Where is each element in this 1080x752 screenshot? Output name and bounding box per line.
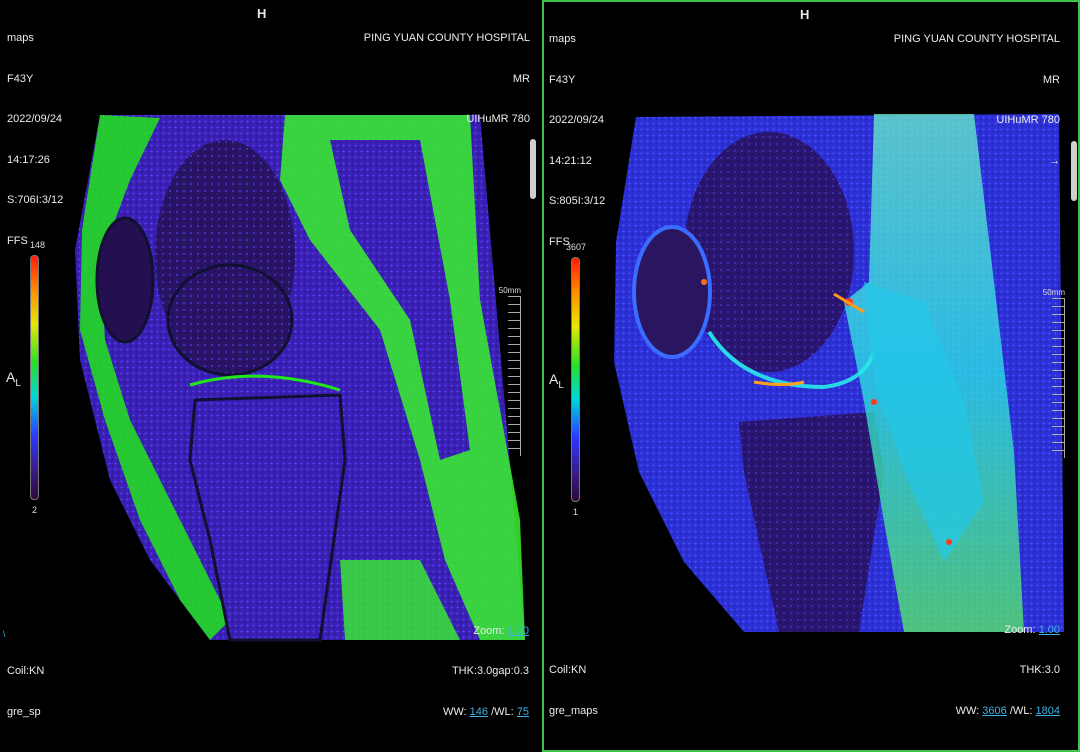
ruler-line [520,296,521,456]
orientation-letter: A [6,369,16,385]
modality: MR [512,72,530,85]
scanner-model: UIHuMR 780 [996,114,1060,126]
colorbar [571,257,580,502]
patient-sex-age: F43Y [549,73,576,86]
zoom-label: Zoom: [1004,623,1039,636]
zoom-label: Zoom: [473,624,508,637]
patient-info: maps F43Y 2022/09/24 14:21:12 S:805I:3/1… [549,6,605,276]
ruler-label: 50mm [498,286,521,295]
wl-label: /WL: [488,705,517,718]
arrow-icon: → [1049,154,1060,167]
colorbar-min: 2 [32,505,38,515]
sequence-name: gre_maps [549,704,598,717]
window-level-value[interactable]: 75 [517,706,529,718]
ruler-ticks [1052,298,1064,458]
study-time: 14:17:26 [7,153,50,166]
series-type: maps [549,33,576,45]
wl-label: /WL: [1006,704,1036,717]
orientation-top: H [800,7,810,22]
orientation-top: H [257,6,267,21]
orientation-left: AL [549,371,564,391]
viewer-right[interactable]: maps F43Y 2022/09/24 14:21:12 S:805I:3/1… [542,0,1080,752]
ww-label: WW: [955,704,983,717]
thickness: THK:3.0 [1019,664,1060,676]
scale-ruler: 50mm [495,286,521,456]
colorbar-max: 148 [30,240,46,250]
colorbar [30,255,39,500]
window-row: WW: 3606 /WL: 1804 [956,705,1060,719]
study-date: 2022/09/24 [7,113,63,125]
patient-info: maps F43Y 2022/09/24 14:17:26 S:706I:3/1… [7,5,63,275]
patient-sex-age: F43Y [7,72,34,85]
window-level-value[interactable]: 1804 [1036,705,1060,717]
institution-info: PING YUAN COUNTY HOSPITAL MR UIHuMR 780 [364,5,530,154]
series-image-index: S:805I:3/12 [549,195,606,207]
corner-mark: \ [3,629,6,639]
ruler-ticks [508,296,520,456]
sequence-name: gre_sp [7,705,41,718]
viewer-left[interactable]: maps F43Y 2022/09/24 14:17:26 S:706I:3/1… [0,0,540,752]
window-row: WW: 146 /WL: 75 [443,706,529,720]
acquisition-info: Coil:KN gre_sp [7,638,44,746]
ruler-line [1064,298,1065,458]
thickness: THK:3.0gap:0.3 [451,665,529,677]
display-params: Zoom: 1.00 THK:3.0 WW: 3606 /WL: 1804 [956,597,1060,746]
colorbar-min: 1 [573,507,579,517]
zoom-row: Zoom: 1.00 [956,624,1060,638]
series-image-index: S:706I:3/12 [7,194,64,206]
zoom-value[interactable]: 1.00 [1039,624,1060,636]
zoom-row: Zoom: 1.00 [443,625,529,639]
orientation-left: AL [6,369,21,389]
institution-info: PING YUAN COUNTY HOSPITAL MR UIHuMR 780 … [894,6,1060,195]
acquisition-info: Coil:KN gre_maps [549,637,598,745]
zoom-value[interactable]: 1.00 [508,625,529,637]
hospital-name: PING YUAN COUNTY HOSPITAL [363,32,530,44]
colorbar-max: 3607 [566,242,587,252]
scrollbar-thumb[interactable] [530,139,536,199]
window-width-value[interactable]: 146 [470,706,488,718]
orientation-sub: L [15,377,21,389]
orientation-sub: L [558,379,564,391]
ww-label: WW: [442,705,470,718]
modality: MR [1042,73,1060,86]
window-width-value[interactable]: 3606 [982,705,1006,717]
scrollbar-thumb[interactable] [1071,141,1077,201]
coil-label: Coil:KN [549,664,587,676]
series-type: maps [7,32,34,44]
coil-label: Coil:KN [7,665,45,677]
study-date: 2022/09/24 [549,114,605,126]
scanner-model: UIHuMR 780 [466,113,530,125]
hospital-name: PING YUAN COUNTY HOSPITAL [893,33,1060,45]
orientation-letter: A [549,371,559,387]
scale-ruler: 50mm [1039,288,1065,458]
display-params: Zoom: 1.00 THK:3.0gap:0.3 WW: 146 /WL: 7… [443,598,529,747]
ruler-label: 50mm [1042,288,1065,297]
study-time: 14:21:12 [549,154,592,167]
